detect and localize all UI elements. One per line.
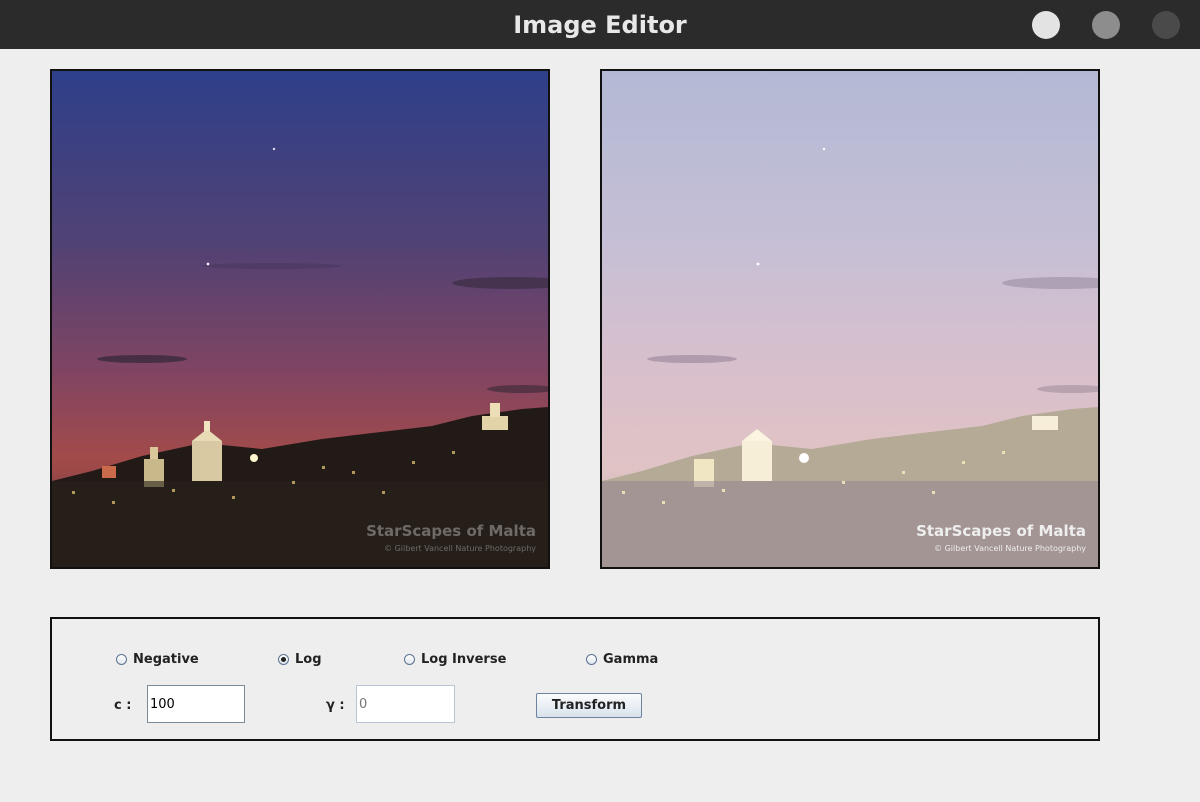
gamma-label: γ :	[326, 698, 345, 713]
window-maximize-button[interactable]	[1092, 11, 1120, 39]
gamma-input[interactable]	[356, 685, 455, 723]
radio-negative-label: Negative	[133, 651, 199, 667]
radio-log-circle[interactable]	[278, 653, 289, 665]
window-title: Image Editor	[513, 11, 687, 39]
radio-log-inverse-circle[interactable]	[404, 653, 415, 665]
transformed-watermark-title: StarScapes of Malta	[916, 522, 1086, 540]
controls-panel: Negative Log Log Inverse Gamma c : γ : T…	[50, 617, 1100, 741]
radio-log[interactable]: Log	[278, 651, 322, 667]
original-watermark-title: StarScapes of Malta	[366, 522, 536, 540]
radio-negative-circle[interactable]	[116, 653, 127, 665]
transform-button[interactable]: Transform	[536, 693, 642, 718]
window-minimize-button[interactable]	[1032, 11, 1060, 39]
original-image-panel: StarScapes of Malta © Gilbert Vancell Na…	[50, 69, 550, 569]
transformed-watermark-credit: © Gilbert Vancell Nature Photography	[934, 544, 1086, 553]
radio-gamma-circle[interactable]	[586, 653, 597, 665]
radio-log-inverse-label: Log Inverse	[421, 651, 507, 667]
window-close-button[interactable]	[1152, 11, 1180, 39]
radio-gamma[interactable]: Gamma	[586, 651, 658, 667]
original-watermark-credit: © Gilbert Vancell Nature Photography	[384, 544, 536, 553]
radio-log-inverse[interactable]: Log Inverse	[404, 651, 506, 667]
c-input[interactable]	[147, 685, 245, 723]
radio-gamma-label: Gamma	[603, 651, 659, 667]
c-label: c :	[114, 698, 132, 713]
original-image: StarScapes of Malta © Gilbert Vancell Na…	[52, 71, 548, 567]
radio-log-label: Log	[295, 651, 322, 667]
radio-negative[interactable]: Negative	[116, 651, 199, 667]
transformed-image: StarScapes of Malta © Gilbert Vancell Na…	[602, 71, 1098, 567]
transformed-image-panel: StarScapes of Malta © Gilbert Vancell Na…	[600, 69, 1100, 569]
